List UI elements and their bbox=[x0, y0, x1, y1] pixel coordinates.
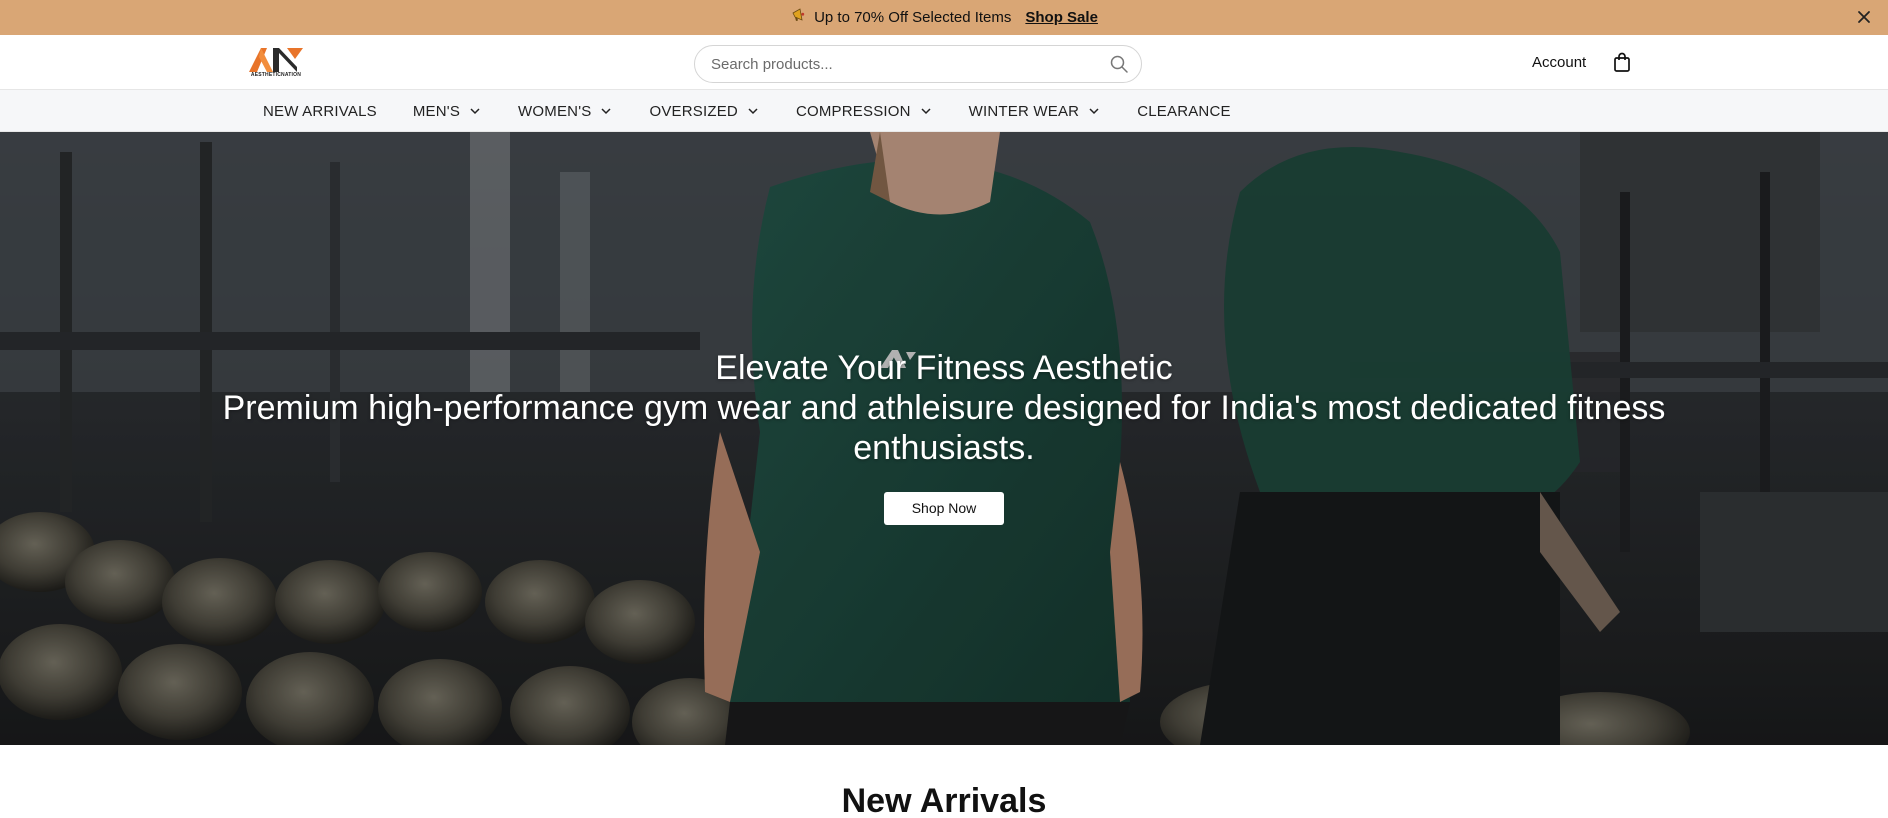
nav-item-label: COMPRESSION bbox=[795, 102, 911, 120]
nav-item-label: NEW ARRIVALS bbox=[263, 102, 377, 120]
hero-banner: Elevate Your Fitness Aesthetic Premium h… bbox=[0, 132, 1888, 745]
chevron-down-icon bbox=[601, 108, 611, 115]
main-navigation: NEW ARRIVALS MEN'S WOMEN'S OVERSIZED COM… bbox=[0, 90, 1888, 132]
brand-name: AESTHETICNATION bbox=[250, 72, 302, 78]
hero-content: Elevate Your Fitness Aesthetic Premium h… bbox=[0, 348, 1888, 525]
hero-title: Elevate Your Fitness Aesthetic bbox=[715, 349, 1173, 387]
nav-item-compression[interactable]: COMPRESSION bbox=[796, 103, 933, 120]
chevron-down-icon bbox=[748, 108, 758, 115]
shop-sale-link[interactable]: Shop Sale bbox=[1025, 9, 1098, 26]
announcement-text: Up to 70% Off Selected Items bbox=[814, 9, 1012, 26]
nav-item-label: WINTER WEAR bbox=[968, 102, 1080, 120]
announcement-message: Up to 70% Off Selected Items Shop Sale bbox=[790, 7, 1098, 28]
account-link[interactable]: Account bbox=[1532, 54, 1586, 71]
nav-item-label: OVERSIZED bbox=[649, 102, 738, 120]
nav-item-mens[interactable]: MEN'S bbox=[413, 103, 482, 120]
brand-logo[interactable]: AESTHETICNATION bbox=[247, 45, 305, 79]
nav-item-label: MEN'S bbox=[412, 102, 461, 120]
megaphone-icon bbox=[790, 7, 808, 28]
search-input[interactable] bbox=[711, 55, 1109, 73]
chevron-down-icon bbox=[921, 108, 931, 115]
new-arrivals-heading: New Arrivals bbox=[841, 782, 1047, 818]
announcement-bar: Up to 70% Off Selected Items Shop Sale bbox=[0, 0, 1888, 35]
shopping-bag-icon[interactable] bbox=[1612, 51, 1632, 73]
hero-subtitle: Premium high-performance gym wear and at… bbox=[222, 389, 1666, 467]
site-header: AESTHETICNATION Account bbox=[0, 35, 1888, 90]
search-bar[interactable] bbox=[694, 45, 1142, 83]
nav-item-oversized[interactable]: OVERSIZED bbox=[649, 103, 759, 120]
nav-item-label: WOMEN'S bbox=[518, 102, 592, 120]
nav-item-label: CLEARANCE bbox=[1137, 102, 1231, 120]
search-icon[interactable] bbox=[1109, 54, 1129, 74]
shop-now-button[interactable]: Shop Now bbox=[884, 492, 1004, 525]
logo-mark-icon bbox=[249, 48, 303, 72]
close-announcement-button[interactable] bbox=[1854, 7, 1874, 27]
nav-item-new-arrivals[interactable]: NEW ARRIVALS bbox=[263, 103, 377, 120]
chevron-down-icon bbox=[1089, 108, 1099, 115]
close-icon bbox=[1858, 11, 1870, 23]
chevron-down-icon bbox=[470, 108, 480, 115]
nav-list: NEW ARRIVALS MEN'S WOMEN'S OVERSIZED COM… bbox=[263, 90, 1267, 132]
nav-item-clearance[interactable]: CLEARANCE bbox=[1137, 103, 1231, 120]
nav-item-winter-wear[interactable]: WINTER WEAR bbox=[969, 103, 1102, 120]
nav-item-womens[interactable]: WOMEN'S bbox=[518, 103, 613, 120]
